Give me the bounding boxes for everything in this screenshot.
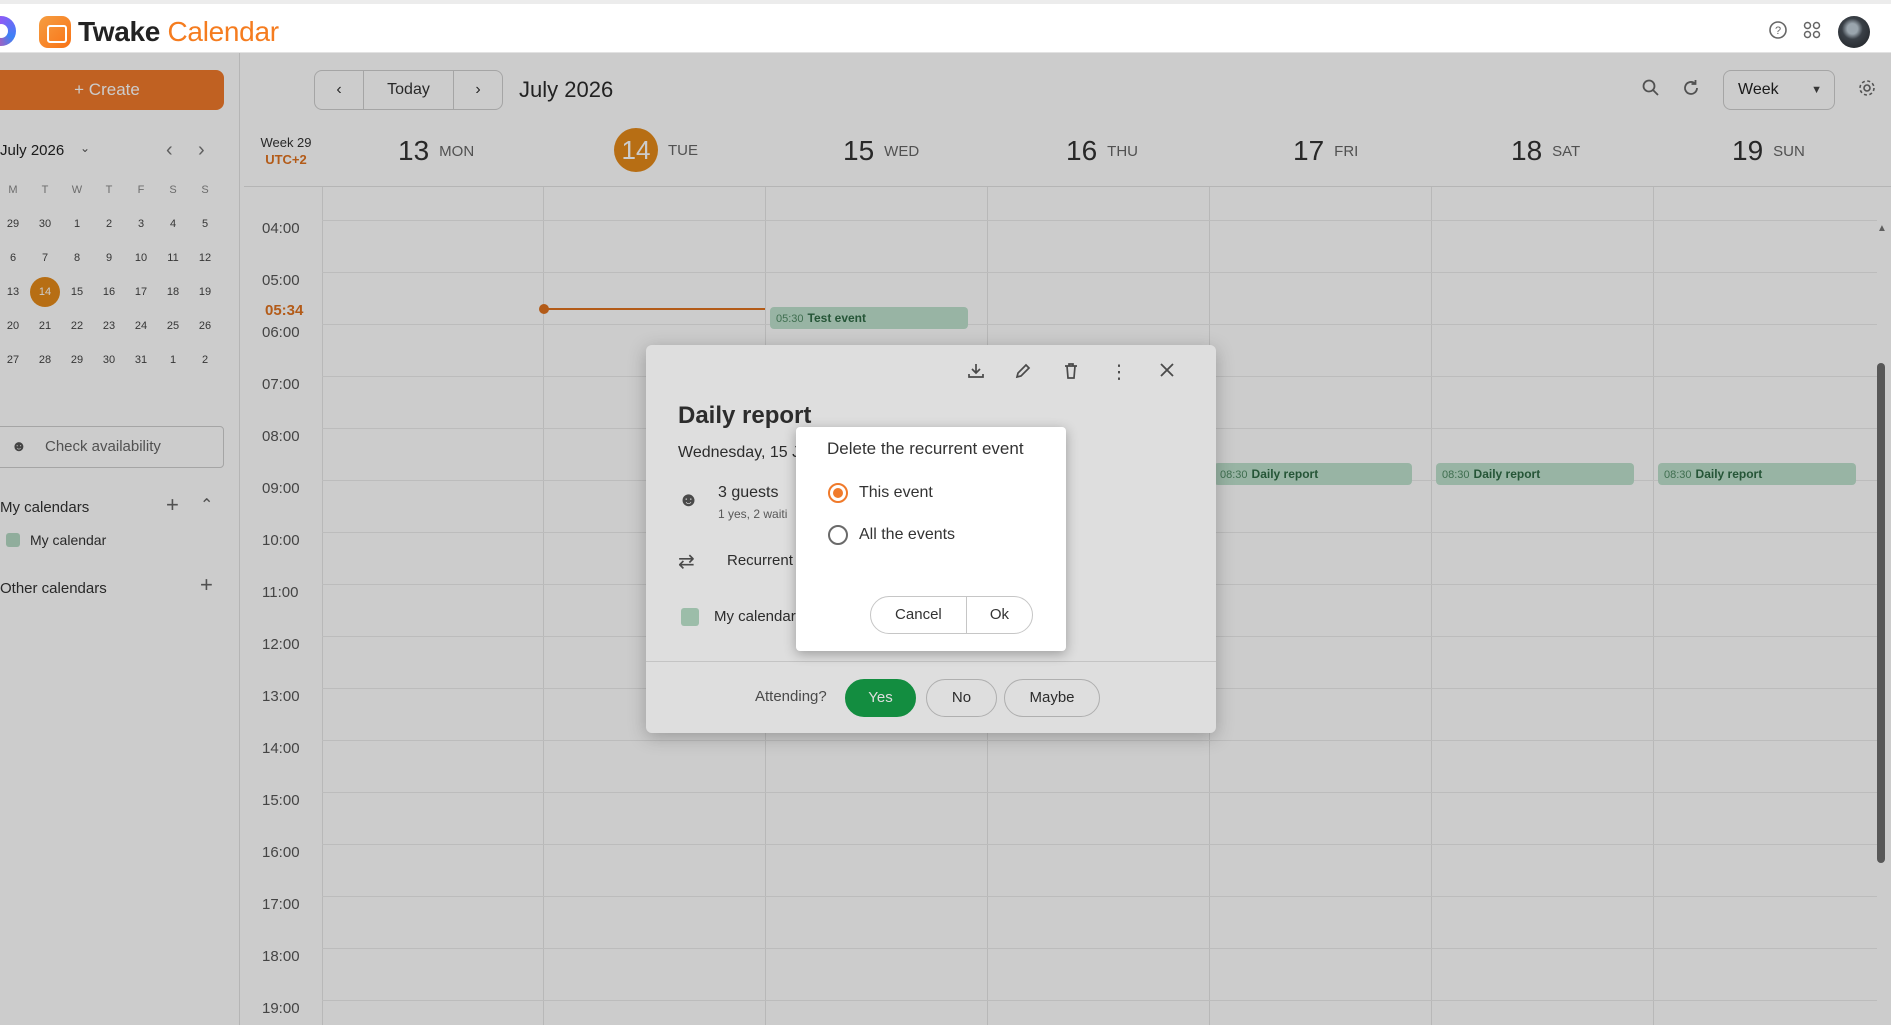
dialog-button-group: Cancel Ok bbox=[870, 596, 1033, 634]
app-header: Twake Calendar ? bbox=[0, 0, 1891, 53]
delete-recurrent-dialog: Delete the recurrent event This event Al… bbox=[796, 427, 1066, 651]
svg-text:?: ? bbox=[1775, 25, 1781, 37]
calendar-logo-icon bbox=[39, 16, 71, 48]
app-brand: Twake Calendar bbox=[78, 16, 279, 48]
radio-selected[interactable] bbox=[828, 483, 848, 503]
radio-unselected[interactable] bbox=[828, 525, 848, 545]
apps-grid-icon[interactable] bbox=[1801, 20, 1823, 42]
option-all-events-label: All the events bbox=[859, 526, 956, 543]
apps-logo-icon bbox=[0, 16, 16, 46]
user-avatar[interactable] bbox=[1838, 16, 1870, 48]
dialog-title: Delete the recurrent event bbox=[827, 439, 1024, 458]
brand-product: Calendar bbox=[167, 16, 280, 47]
help-icon[interactable]: ? bbox=[1767, 20, 1789, 42]
cancel-button[interactable]: Cancel bbox=[871, 597, 967, 633]
ok-button[interactable]: Ok bbox=[967, 597, 1032, 633]
brand-name: Twake bbox=[78, 16, 161, 47]
option-this-event-label: This event bbox=[859, 484, 933, 501]
